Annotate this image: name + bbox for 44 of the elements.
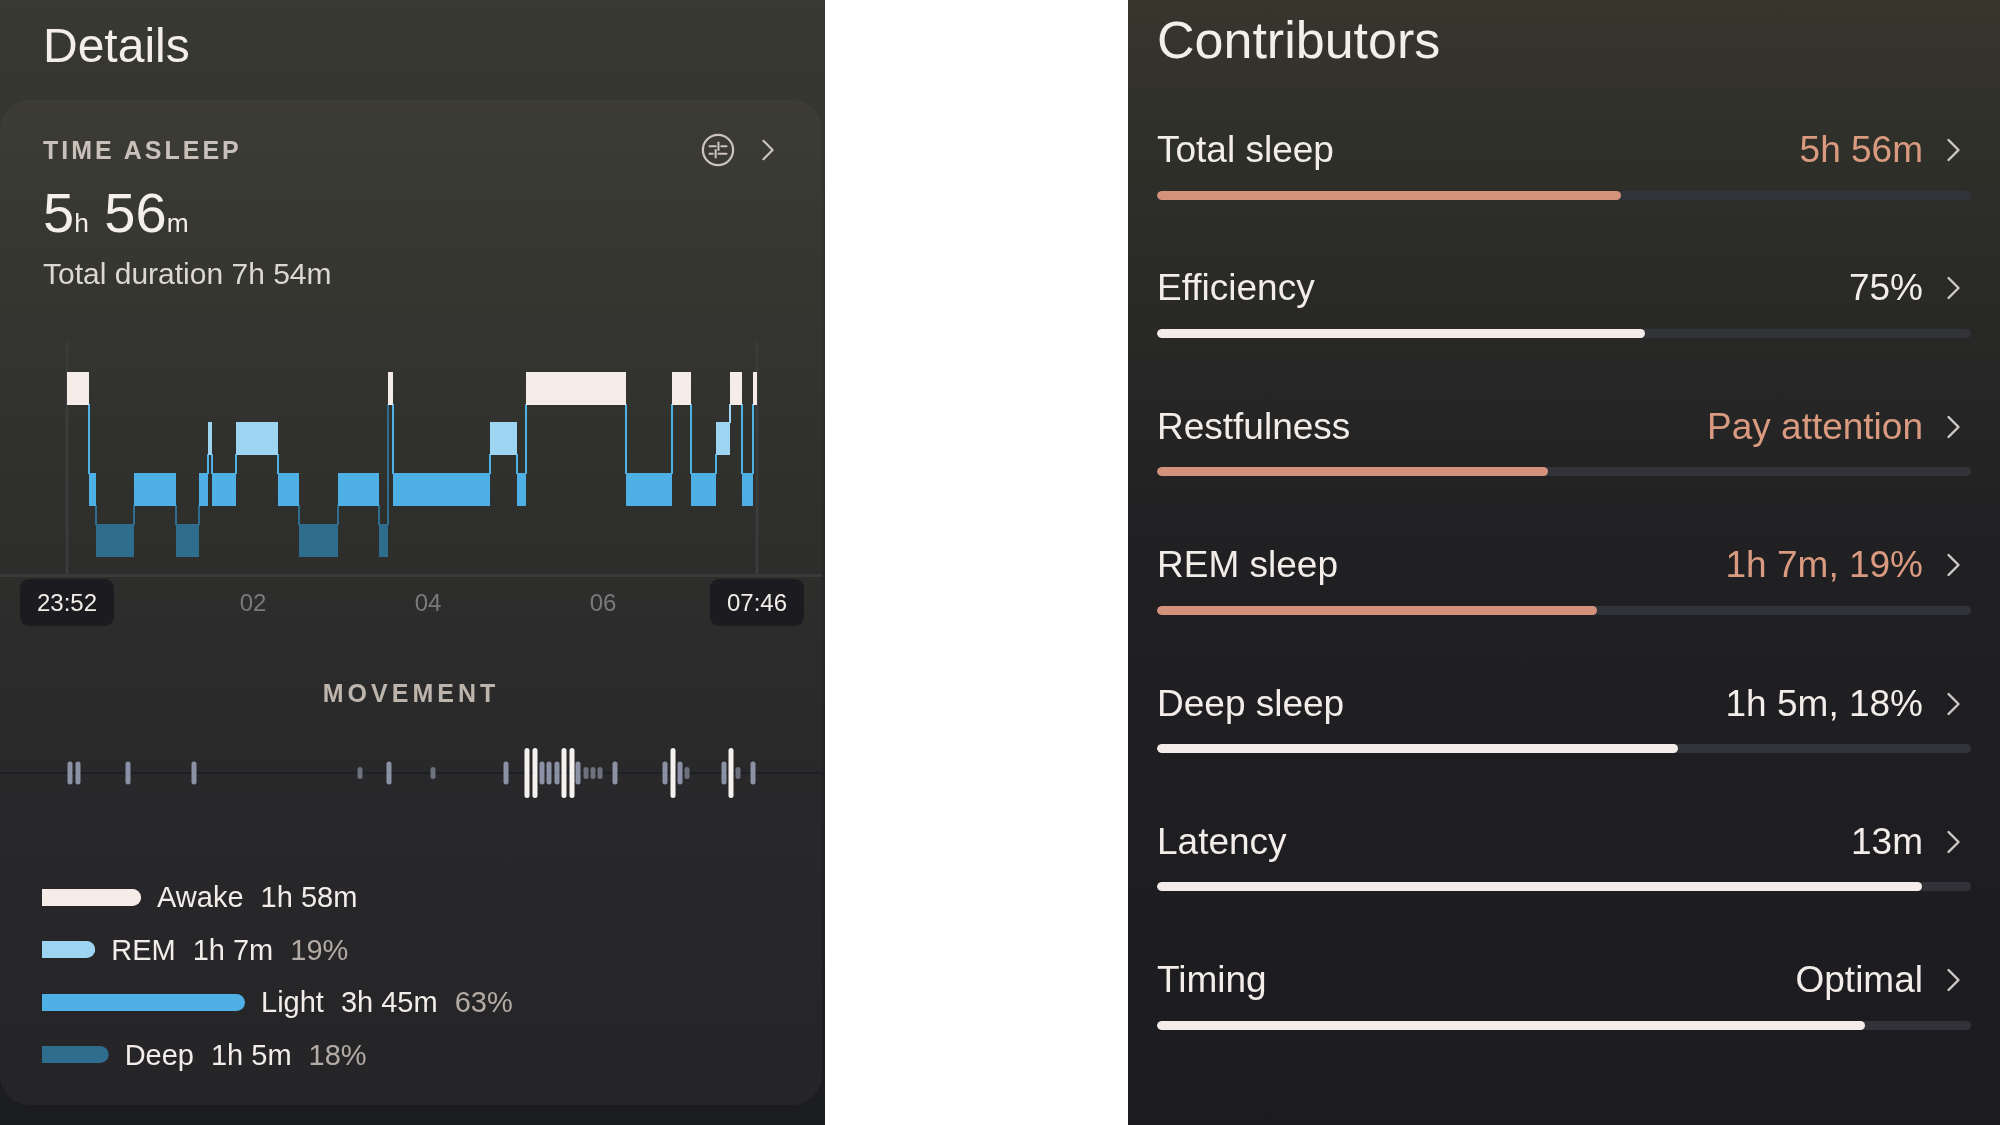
chevron-right-icon[interactable] [1946,276,1961,301]
legend-duration: 1h 58m [260,880,358,915]
contributor-label: Timing [1157,958,1268,1003]
axis-label: 04 [414,588,442,618]
card-label: TIME ASLEEP [43,135,242,165]
legend-percent: 63% [454,985,513,1021]
legend-percent: 19% [290,932,349,968]
sliders-icon[interactable] [701,133,735,167]
contributor-value: 13m [1851,819,1923,864]
legend-percent: 18% [308,1037,367,1073]
chart-label: MOVEMENT [322,679,500,707]
contributor-value: Pay attention [1707,404,1923,449]
contributor-label: Restfulness [1157,404,1352,449]
chevron-right-icon[interactable] [1946,691,1961,716]
contributor-value: 1h 5m, 18% [1725,681,1923,726]
legend-duration: 1h 5m [210,1037,292,1073]
contributor-value: 5h 56m [1799,128,1923,172]
legend-label: Deep [124,1037,194,1073]
legend-duration: 1h 7m [192,932,274,968]
contributor-label: Total sleep [1157,128,1335,172]
chevron-right-icon[interactable] [1946,553,1961,578]
contributor-label: REM sleep [1157,543,1339,588]
legend-duration: 3h 45m [340,985,438,1021]
section-title: Contributors [1157,10,1441,70]
chevron-right-icon[interactable] [1946,138,1961,162]
total-duration-text: Total duration 7h 54m [43,256,332,292]
section-title: Details [43,18,190,74]
legend-label: Awake [157,880,244,915]
time-label: 07:46 [709,579,805,626]
contributor-label: Latency [1157,819,1288,864]
chevron-right-icon[interactable] [1946,968,1961,993]
legend-label: Light [261,985,324,1021]
contributor-label: Deep sleep [1157,681,1346,726]
contributor-value: Optimal [1795,958,1923,1003]
time-label: 23:52 [19,579,115,626]
contributor-label: Efficiency [1157,266,1316,311]
chevron-right-icon[interactable] [1946,414,1961,439]
contributor-value: 75% [1848,266,1923,311]
chevron-right-icon[interactable] [761,139,775,161]
chevron-right-icon[interactable] [1946,829,1961,854]
axis-label: 06 [589,588,617,618]
contributor-value: 1h 7m, 19% [1725,543,1923,588]
legend-label: REM [111,932,176,968]
axis-label: 02 [239,588,267,618]
